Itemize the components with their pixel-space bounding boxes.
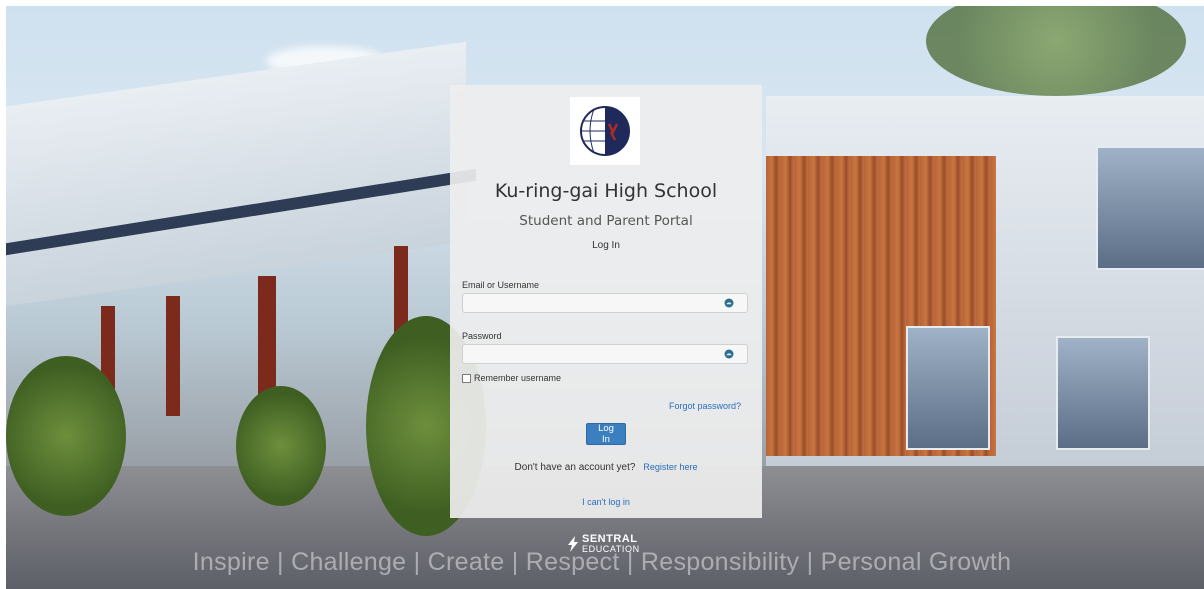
school-crest-icon xyxy=(580,106,630,156)
password-manager-icon[interactable] xyxy=(724,349,734,359)
username-input[interactable] xyxy=(462,293,748,313)
school-name: Ku-ring-gai High School xyxy=(494,180,718,202)
sentral-logo: SENTRAL EDUCATION xyxy=(568,534,640,554)
portal-title: Student and Parent Portal xyxy=(519,213,693,229)
password-input[interactable] xyxy=(462,344,748,364)
login-heading: Log In xyxy=(592,240,620,251)
sentral-subtitle: EDUCATION xyxy=(582,544,640,554)
password-manager-icon[interactable] xyxy=(724,298,734,308)
remember-username[interactable]: Remember username xyxy=(462,373,561,383)
remember-checkbox[interactable] xyxy=(462,373,471,383)
no-account-text: Don't have an account yet? xyxy=(514,462,636,473)
no-account-row: Don't have an account yet? Register here xyxy=(450,462,762,473)
remember-label: Remember username xyxy=(474,373,562,383)
sentral-wordmark: SENTRAL xyxy=(582,533,638,545)
register-link[interactable]: Register here xyxy=(643,462,697,472)
sentral-bolt-icon xyxy=(568,536,578,552)
login-card: Ku-ring-gai High School Student and Pare… xyxy=(450,85,762,518)
cant-login-link[interactable]: I can't log in xyxy=(450,497,762,507)
forgot-password-link[interactable]: Forgot password? xyxy=(669,401,741,411)
password-label: Password xyxy=(462,331,502,341)
username-label: Email or Username xyxy=(462,280,540,290)
login-button[interactable]: Log In xyxy=(586,423,626,445)
school-logo xyxy=(570,97,640,165)
